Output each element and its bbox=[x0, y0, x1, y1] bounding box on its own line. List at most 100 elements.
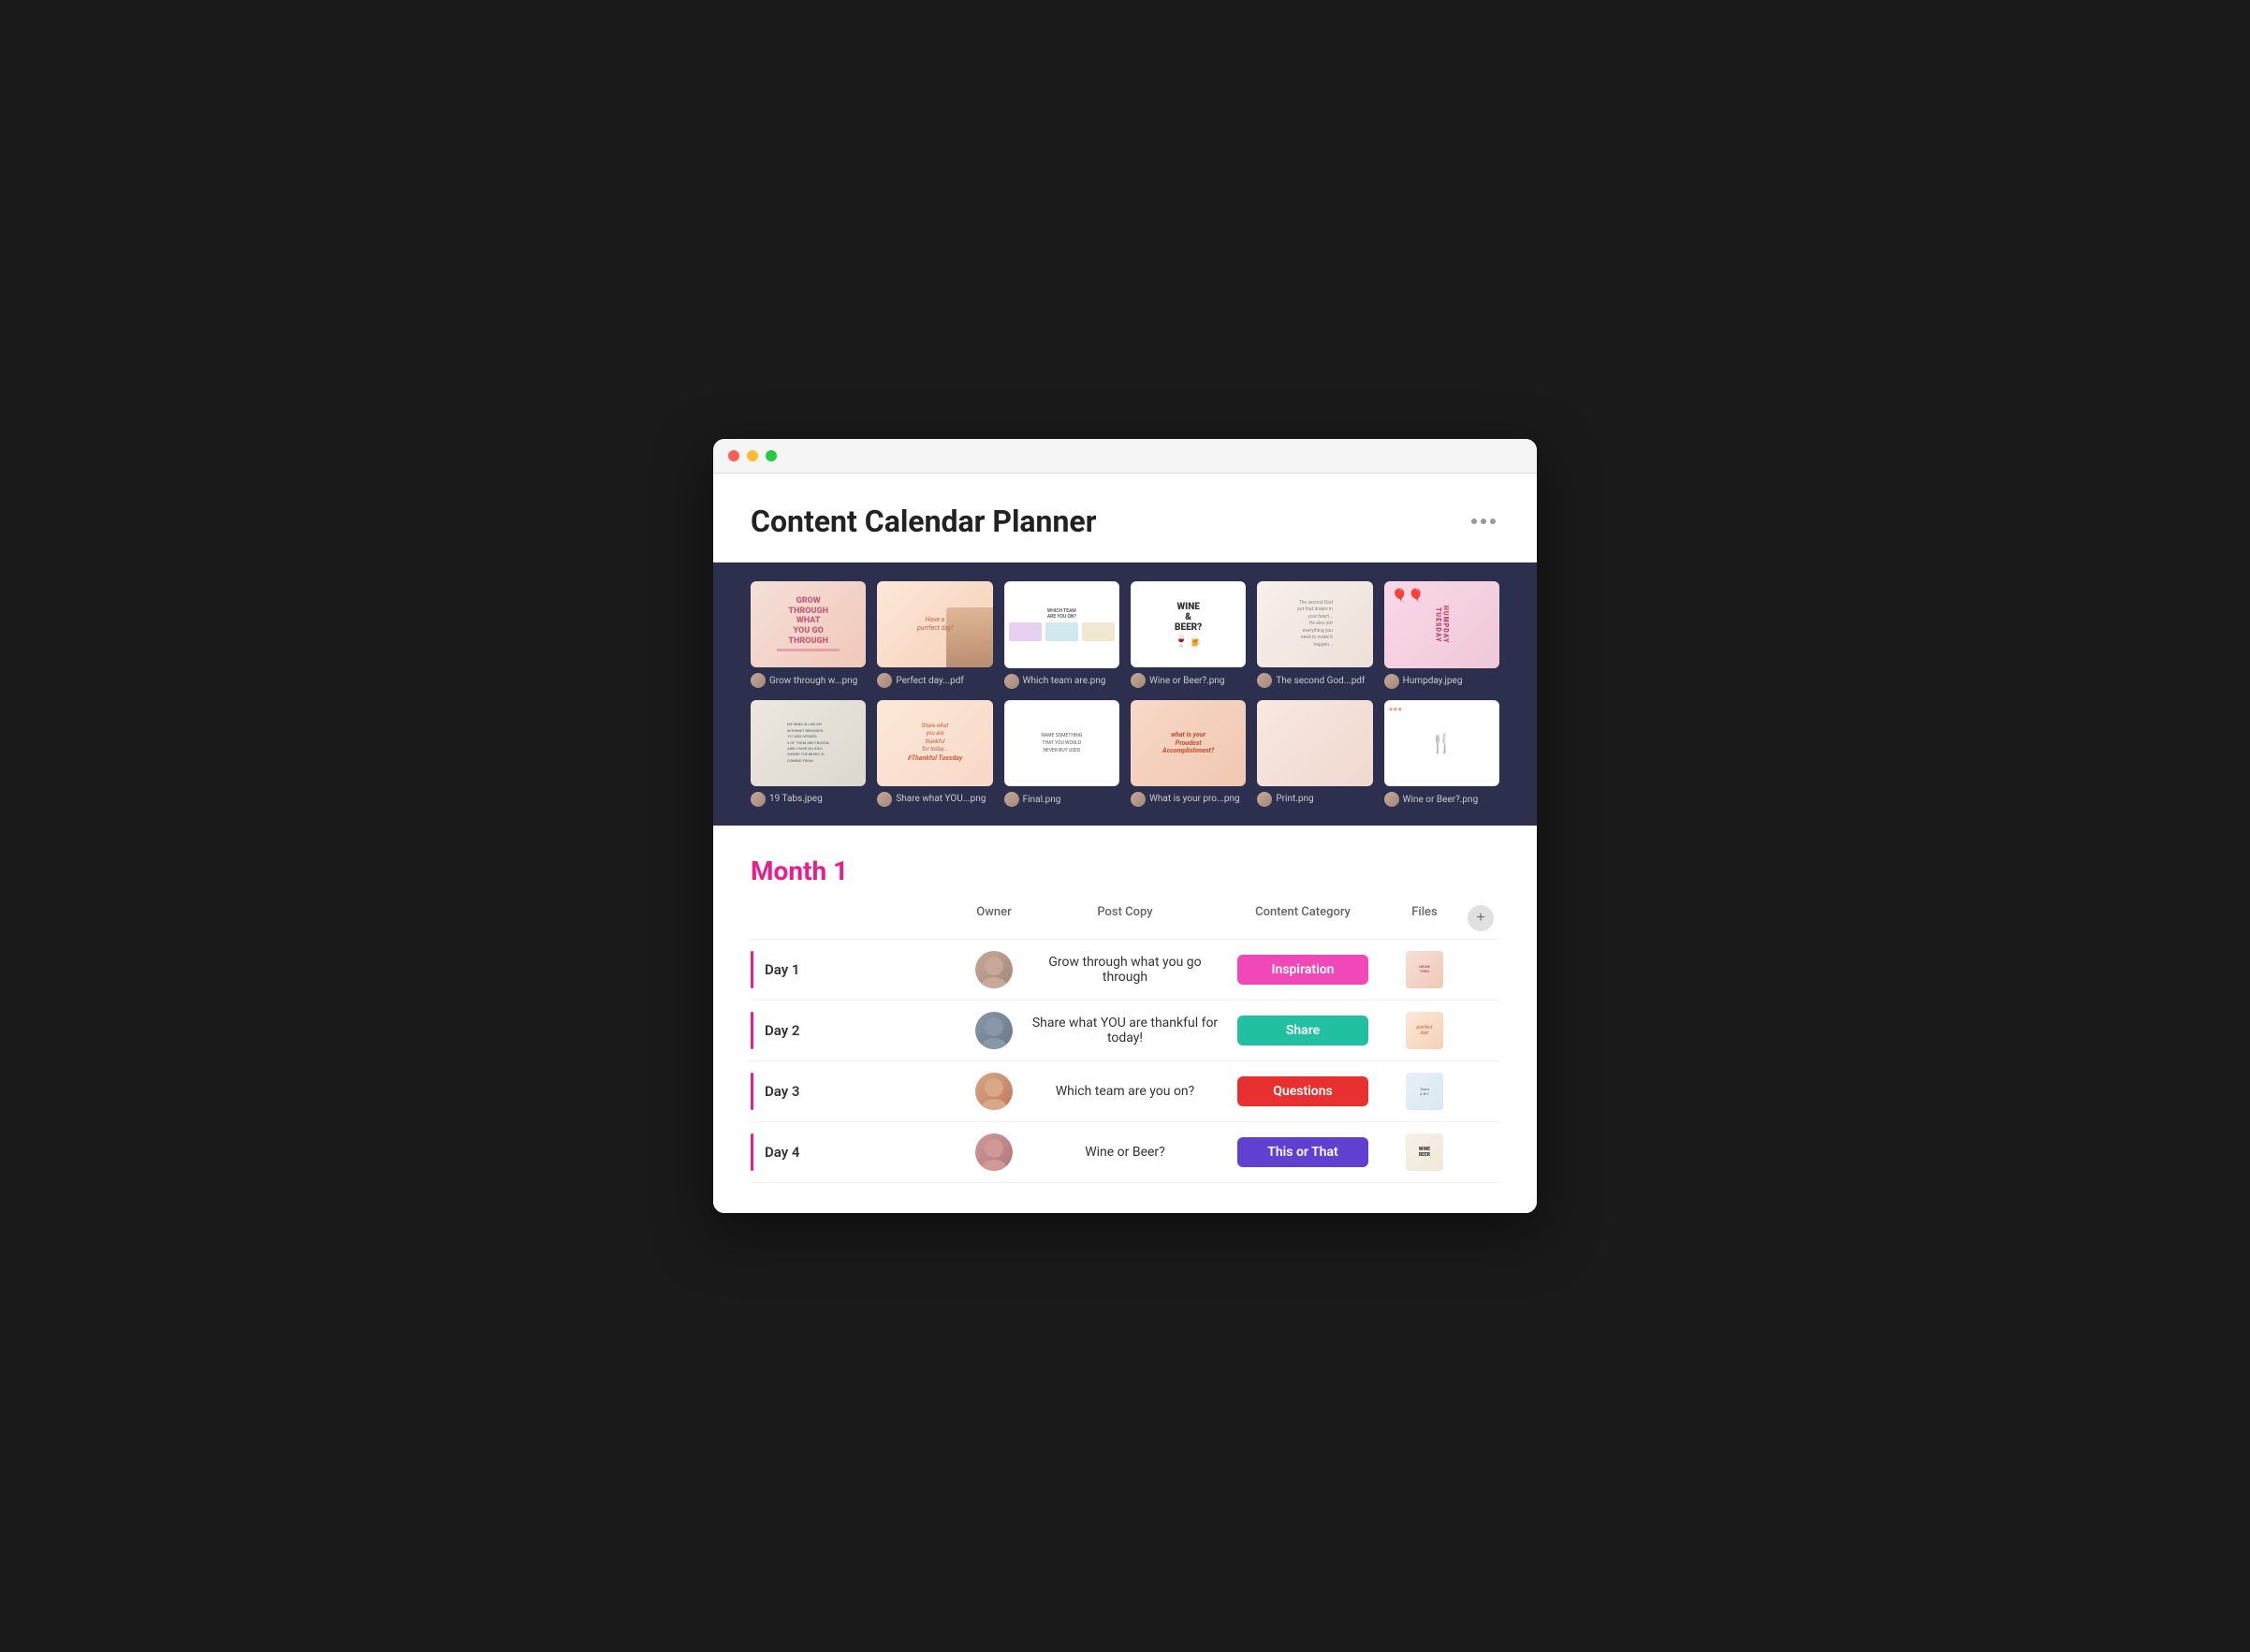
thumbnail-team[interactable]: WHICH TEAMARE YOU ON? bbox=[1004, 581, 1119, 668]
category-cell: Inspiration bbox=[1219, 955, 1387, 985]
gallery-item[interactable]: MY MIND IS LIKE MYINTERNET BROWSER.19 TA… bbox=[751, 700, 866, 808]
thumbnail-wine2[interactable]: ●●● 🍴 bbox=[1384, 700, 1499, 787]
teams-row bbox=[1009, 622, 1115, 641]
gallery-item[interactable]: Share whatyou arethankfulfor today...#Th… bbox=[877, 700, 992, 808]
avatar bbox=[975, 1133, 1013, 1171]
file-info: Which team are.png bbox=[1004, 674, 1119, 689]
gallery-section: Growthroughwhatyou gothrough Grow throug… bbox=[713, 563, 1537, 826]
gallery-item[interactable]: Print.png bbox=[1257, 700, 1372, 808]
thumb-text: what is yourProudestAccomplishment? bbox=[1162, 731, 1214, 754]
file-thumbnail[interactable]: TeamA B C bbox=[1406, 1073, 1443, 1110]
filename: Share what YOU...png bbox=[896, 794, 986, 804]
avatar-face bbox=[975, 951, 1013, 988]
add-column-button[interactable]: + bbox=[1468, 905, 1494, 931]
dot-icon bbox=[1490, 519, 1496, 524]
post-copy: Which team are you on? bbox=[1031, 1084, 1219, 1099]
filename: Perfect day...pdf bbox=[896, 676, 964, 686]
gallery-item[interactable]: ●●● 🍴 Wine or Beer?.png bbox=[1384, 700, 1499, 808]
avatar bbox=[1384, 674, 1399, 689]
more-options-button[interactable] bbox=[1468, 515, 1499, 528]
avatar-face bbox=[975, 1073, 1013, 1110]
day-label: Day 4 bbox=[765, 1144, 799, 1161]
thumbnail-cat[interactable]: Have apurrfect day! bbox=[877, 581, 992, 667]
file-thumbnail[interactable]: Growthru bbox=[1406, 951, 1443, 988]
thumbnail-grow[interactable]: Growthroughwhatyou gothrough bbox=[751, 581, 866, 667]
minimize-button[interactable] bbox=[747, 450, 758, 461]
owner-cell bbox=[957, 1012, 1031, 1049]
month-title: Month 1 bbox=[751, 855, 1499, 886]
file-info: Grow through w...png bbox=[751, 673, 866, 688]
category-badge: This or That bbox=[1237, 1137, 1368, 1167]
day-cell: Day 2 bbox=[751, 1001, 957, 1060]
avatar bbox=[1257, 673, 1272, 688]
file-thumb-content: WINEBEER bbox=[1419, 1147, 1430, 1158]
dot-icon bbox=[1471, 519, 1477, 524]
file-info: 19 Tabs.jpeg bbox=[751, 792, 866, 807]
avatar-face bbox=[975, 1012, 1013, 1049]
avatar bbox=[1131, 792, 1146, 807]
maximize-button[interactable] bbox=[766, 450, 777, 461]
file-thumbnail[interactable]: purrfectday! bbox=[1406, 1012, 1443, 1049]
avatar bbox=[975, 1012, 1013, 1049]
filename: Final.png bbox=[1023, 795, 1061, 805]
thumb-icon: 🍷🍺 bbox=[1175, 635, 1203, 648]
files-cell: WINEBEER bbox=[1387, 1133, 1462, 1171]
thumbnail-thankful[interactable]: Share whatyou arethankfulfor today...#Th… bbox=[877, 700, 992, 786]
day-cell: Day 3 bbox=[751, 1061, 957, 1121]
category-badge: Share bbox=[1237, 1016, 1368, 1045]
col-header-day bbox=[751, 905, 957, 931]
day-label: Day 1 bbox=[765, 961, 799, 978]
post-copy: Grow through what you go through bbox=[1031, 955, 1219, 985]
category-badge: Questions bbox=[1237, 1076, 1368, 1106]
gallery-item[interactable]: what is yourProudestAccomplishment? What… bbox=[1131, 700, 1246, 808]
gallery-item[interactable]: The second Godput that dream inyour hear… bbox=[1257, 581, 1372, 689]
gallery-item[interactable]: Growthroughwhatyou gothrough Grow throug… bbox=[751, 581, 866, 689]
thumbnail-humpday[interactable]: HUMPDAYTUESDAY 🎈🎈 bbox=[1384, 581, 1499, 668]
close-button[interactable] bbox=[728, 450, 739, 461]
gallery-item[interactable]: WHICH TEAMARE YOU ON? Which team are.png bbox=[1004, 581, 1119, 689]
owner-cell bbox=[957, 1073, 1031, 1110]
thumbnail-tabs[interactable]: MY MIND IS LIKE MYINTERNET BROWSER.19 TA… bbox=[751, 700, 866, 786]
thumbnail-wine[interactable]: WINE&BEER? 🍷🍺 bbox=[1131, 581, 1246, 667]
avatar bbox=[1257, 792, 1272, 807]
avatar bbox=[751, 673, 766, 688]
avatar bbox=[1004, 674, 1019, 689]
gallery-item[interactable]: WINE&BEER? 🍷🍺 Wine or Beer?.png bbox=[1131, 581, 1246, 689]
app-header: Content Calendar Planner bbox=[713, 474, 1537, 563]
gallery-item[interactable]: NAME SOMETHINGTHAT YOU WOULDNEVER BUY US… bbox=[1004, 700, 1119, 808]
thumb-text: MY MIND IS LIKE MYINTERNET BROWSER.19 TA… bbox=[783, 718, 833, 768]
owner-cell bbox=[957, 951, 1031, 988]
utensils-icon: 🍴 bbox=[1430, 732, 1454, 754]
filename: Humpday.jpeg bbox=[1403, 676, 1463, 686]
day-border bbox=[751, 1133, 753, 1171]
day-border bbox=[751, 1012, 753, 1049]
thumbnail-proudest[interactable]: what is yourProudestAccomplishment? bbox=[1131, 700, 1246, 786]
file-info: Wine or Beer?.png bbox=[1384, 792, 1499, 807]
page-title: Content Calendar Planner bbox=[751, 504, 1096, 539]
col-header-owner: Owner bbox=[957, 905, 1031, 931]
avatar bbox=[1384, 792, 1399, 807]
filename: Print.png bbox=[1276, 794, 1313, 804]
category-badge: Inspiration bbox=[1237, 955, 1368, 985]
avatar bbox=[877, 792, 892, 807]
table-row: Day 3 Which team are you on? Questions bbox=[751, 1061, 1499, 1122]
files-cell: purrfectday! bbox=[1387, 1012, 1462, 1049]
team-c bbox=[1082, 622, 1115, 641]
col-header-postcopy: Post Copy bbox=[1031, 905, 1219, 931]
day-cell: Day 1 bbox=[751, 940, 957, 1000]
avatar bbox=[1004, 792, 1019, 807]
gallery-item[interactable]: HUMPDAYTUESDAY 🎈🎈 Humpday.jpeg bbox=[1384, 581, 1499, 689]
day-border bbox=[751, 1073, 753, 1110]
file-info: Share what YOU...png bbox=[877, 792, 992, 807]
table-rows: Day 1 Grow through what you go through I… bbox=[751, 940, 1499, 1183]
category-cell: Share bbox=[1219, 1016, 1387, 1045]
file-thumbnail[interactable]: WINEBEER bbox=[1406, 1133, 1443, 1171]
thumb-text: WHICH TEAMARE YOU ON? bbox=[1047, 608, 1076, 620]
filename: Wine or Beer?.png bbox=[1403, 795, 1479, 805]
filename: Wine or Beer?.png bbox=[1149, 676, 1225, 686]
thumbnail-flower[interactable]: The second Godput that dream inyour hear… bbox=[1257, 581, 1372, 667]
app-window: Content Calendar Planner Growthroughwhat… bbox=[713, 439, 1537, 1213]
gallery-item[interactable]: Have apurrfect day! Perfect day...pdf bbox=[877, 581, 992, 689]
thumbnail-final[interactable]: NAME SOMETHINGTHAT YOU WOULDNEVER BUY US… bbox=[1004, 700, 1119, 787]
thumbnail-print[interactable] bbox=[1257, 700, 1372, 786]
